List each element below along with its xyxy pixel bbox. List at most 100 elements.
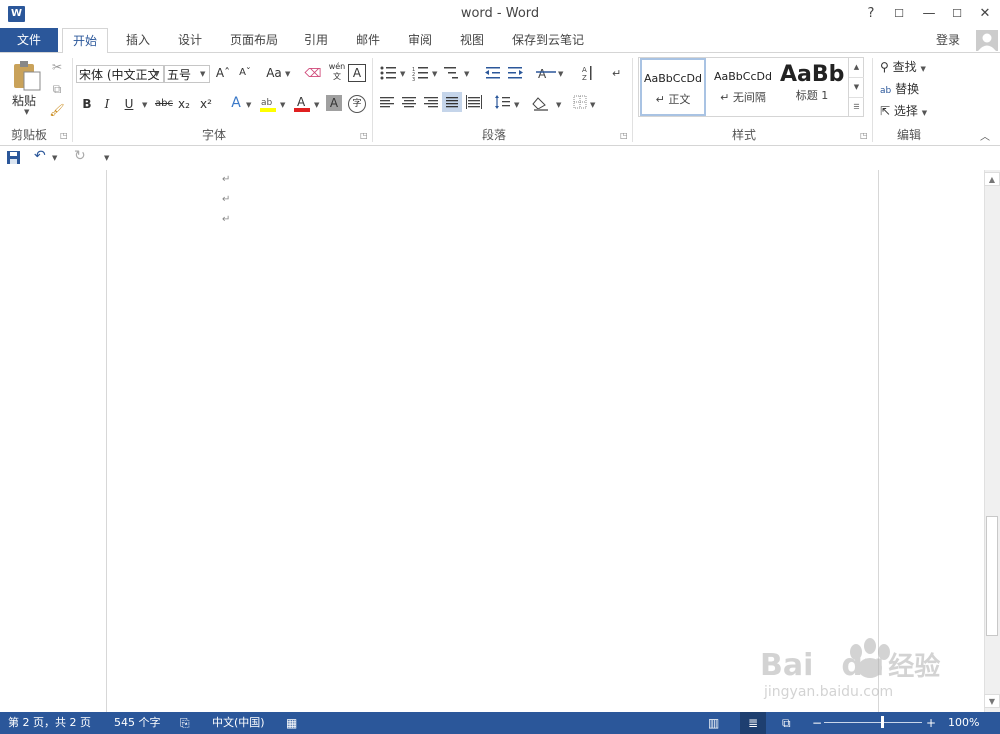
show-marks-icon: ↵ <box>612 67 621 80</box>
minimize-button[interactable]: — <box>916 4 942 24</box>
paste-dropdown-icon[interactable]: ▼ <box>24 108 29 116</box>
character-border-button[interactable]: A <box>348 64 366 82</box>
shrink-font-button[interactable]: Aˇ <box>236 64 254 82</box>
scroll-down-icon[interactable]: ▼ <box>984 694 1000 708</box>
tab-save-to-cloud-notes[interactable]: 保存到云笔记 <box>502 28 594 52</box>
save-icon[interactable] <box>6 150 22 166</box>
subscript-button[interactable]: x₂ <box>176 95 192 113</box>
redo-icon[interactable]: ↻ <box>74 148 86 164</box>
page-count[interactable]: 第 2 页，共 2 页 <box>8 712 91 734</box>
highlight-icon[interactable]: ab <box>258 94 278 114</box>
language-indicator[interactable]: 中文(中国) <box>212 712 265 734</box>
chinese-layout-dropdown-icon[interactable]: ▼ <box>558 70 563 78</box>
shading-dropdown-icon[interactable]: ▼ <box>556 101 561 109</box>
svg-text:ab: ab <box>261 98 273 108</box>
bullets-dropdown-icon[interactable]: ▼ <box>400 70 405 78</box>
undo-icon[interactable]: ↶ <box>34 148 46 164</box>
ribbon-display-options-button[interactable]: ☐ <box>886 4 912 24</box>
zoom-in-icon[interactable]: + <box>926 712 936 734</box>
grow-font-button[interactable]: Aˆ <box>214 64 232 82</box>
font-color-dropdown-icon[interactable]: ▼ <box>314 101 319 109</box>
clear-formatting-icon[interactable]: ⌫ <box>304 64 322 82</box>
text-effects-dropdown-icon[interactable]: ▼ <box>246 101 251 109</box>
tab-review[interactable]: 审阅 <box>398 28 442 52</box>
borders-dropdown-icon[interactable]: ▼ <box>590 101 595 109</box>
tab-home[interactable]: 开始 <box>62 28 109 54</box>
replace-button[interactable]: ab 替换 <box>880 80 940 98</box>
zoom-level[interactable]: 100% <box>948 712 979 734</box>
tab-page-layout[interactable]: 页面布局 <box>220 28 288 52</box>
style-no-spacing[interactable]: AaBbCcDd ↵ 无间隔 <box>708 58 778 116</box>
scrollbar-thumb[interactable] <box>986 516 998 636</box>
find-button[interactable]: ⚲ 查找 ▼ <box>880 58 940 76</box>
change-case-button[interactable]: Aa <box>262 64 286 82</box>
group-divider <box>872 58 873 142</box>
collapse-ribbon-icon[interactable]: ︿ <box>980 128 990 143</box>
tab-references[interactable]: 引用 <box>294 28 338 52</box>
maximize-button[interactable]: ☐ <box>944 4 970 24</box>
styles-launcher-icon[interactable]: ◳ <box>860 131 868 140</box>
read-mode-icon[interactable]: ▥ <box>708 712 719 734</box>
find-dropdown-icon[interactable]: ▼ <box>920 65 925 73</box>
styles-up-icon[interactable]: ▲ <box>849 58 864 77</box>
macro-record-icon[interactable]: ▦ <box>286 712 297 734</box>
copy-icon[interactable]: ⧉ <box>48 80 66 98</box>
font-size-dropdown-icon[interactable]: ▼ <box>200 70 205 78</box>
style-normal[interactable]: AaBbCcDd ↵ 正文 <box>640 58 706 116</box>
line-spacing-dropdown-icon[interactable]: ▼ <box>514 101 519 109</box>
bold-button[interactable]: B <box>80 95 94 113</box>
paragraph-launcher-icon[interactable]: ◳ <box>620 131 628 140</box>
character-shading-icon[interactable]: A <box>326 95 342 111</box>
tab-design[interactable]: 设计 <box>168 28 212 52</box>
paste-button[interactable]: 粘贴 <box>12 92 36 109</box>
multilevel-dropdown-icon[interactable]: ▼ <box>464 70 469 78</box>
change-case-dropdown-icon[interactable]: ▼ <box>285 70 290 78</box>
tab-mailings[interactable]: 邮件 <box>346 28 390 52</box>
font-launcher-icon[interactable]: ◳ <box>360 131 368 140</box>
numbering-dropdown-icon[interactable]: ▼ <box>432 70 437 78</box>
close-button[interactable]: ✕ <box>972 4 998 24</box>
strikethrough-button[interactable]: abc <box>154 95 174 113</box>
tab-view[interactable]: 视图 <box>450 28 494 52</box>
select-dropdown-icon[interactable]: ▼ <box>922 109 927 117</box>
paste-icon[interactable] <box>10 60 42 92</box>
scroll-up-icon[interactable]: ▲ <box>984 172 1000 186</box>
style-heading-1[interactable]: AaBb 标题 1 <box>780 58 844 116</box>
text-effects-icon[interactable]: A <box>228 94 244 112</box>
clipboard-launcher-icon[interactable]: ◳ <box>60 131 68 140</box>
line-spacing-icon <box>495 95 510 109</box>
styles-down-icon[interactable]: ▼ <box>849 77 864 97</box>
web-layout-icon[interactable]: ⧉ <box>782 712 791 734</box>
select-button[interactable]: ⇱ 选择 ▼ <box>880 102 940 120</box>
style-heading-1-preview: AaBb <box>780 62 844 87</box>
customize-qat-icon[interactable]: ▼ <box>104 154 109 162</box>
styles-more-icon[interactable]: ☰ <box>849 97 864 117</box>
help-button[interactable]: ? <box>858 4 884 24</box>
phonetic-guide-button[interactable]: wén 文 <box>326 62 348 81</box>
word-count[interactable]: 545 个字 <box>114 712 161 734</box>
italic-button[interactable]: I <box>100 95 114 113</box>
font-color-icon[interactable]: A <box>292 94 312 114</box>
format-painter-icon[interactable]: 🖌 <box>48 101 66 119</box>
zoom-slider-track[interactable] <box>824 722 922 723</box>
print-layout-selected[interactable]: ≣ <box>740 712 766 734</box>
proofing-icon[interactable]: ⎘ <box>180 712 190 734</box>
font-name-dropdown-icon[interactable]: ▼ <box>154 70 159 78</box>
highlight-dropdown-icon[interactable]: ▼ <box>280 101 285 109</box>
underline-button[interactable]: U <box>122 95 136 113</box>
zoom-slider-thumb[interactable] <box>880 716 884 728</box>
document-page[interactable] <box>106 170 879 712</box>
superscript-button[interactable]: x² <box>198 95 214 113</box>
underline-dropdown-icon[interactable]: ▼ <box>142 101 147 109</box>
enclose-characters-button[interactable]: 字 <box>348 95 366 113</box>
font-name-combo[interactable]: 宋体 (中文正文 <box>76 65 164 83</box>
paragraph-mark: ↵ <box>222 194 231 205</box>
tab-file[interactable]: 文件 <box>0 28 58 52</box>
sign-in-link[interactable]: 登录 <box>936 28 960 52</box>
cut-icon[interactable]: ✂ <box>48 58 66 76</box>
user-avatar-icon[interactable] <box>976 30 998 51</box>
undo-dropdown-icon[interactable]: ▼ <box>52 154 57 162</box>
zoom-out-icon[interactable]: − <box>812 712 822 734</box>
tab-insert[interactable]: 插入 <box>116 28 160 52</box>
svg-text:3: 3 <box>412 77 415 83</box>
